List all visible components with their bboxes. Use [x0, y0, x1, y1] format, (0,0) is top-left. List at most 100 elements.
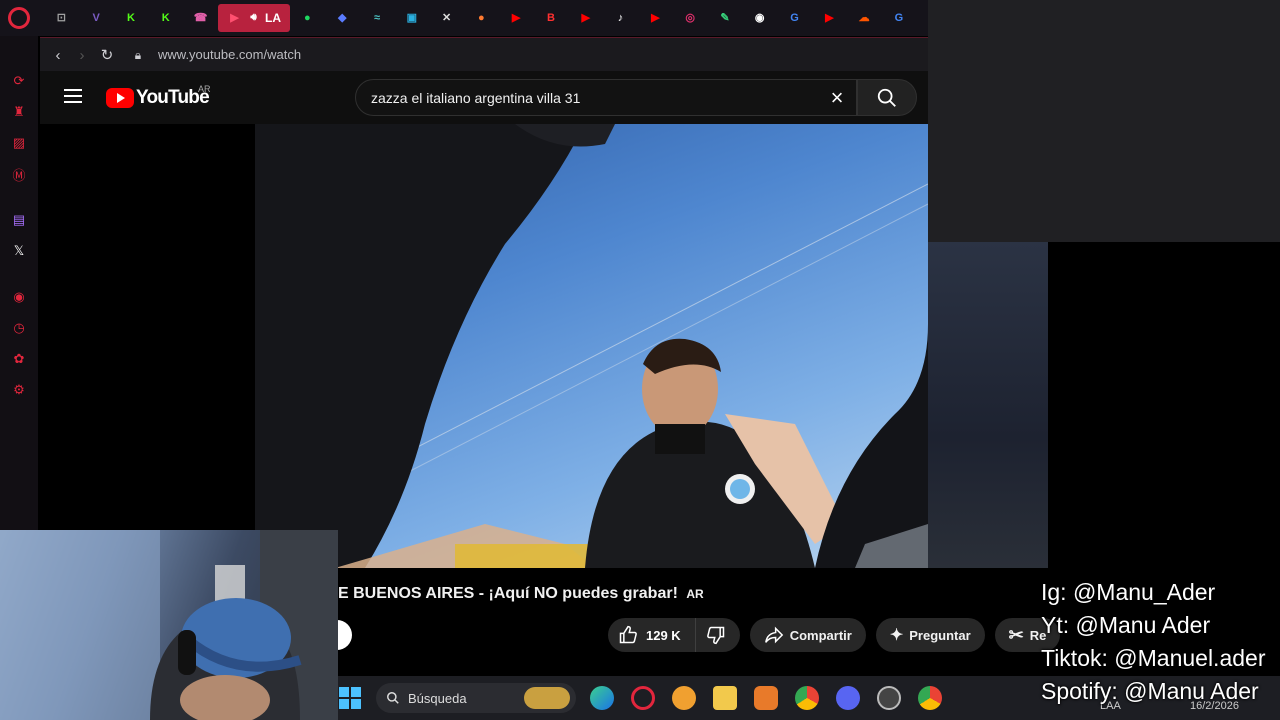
url-field[interactable]: www.youtube.com/watch — [158, 47, 301, 62]
subscribe-button[interactable] — [336, 620, 352, 650]
gamepad-icon: ⊡ — [56, 11, 66, 24]
twitch-icon[interactable]: ▤ — [11, 212, 27, 228]
tab-map-icon[interactable]: ▣ — [394, 4, 429, 32]
lock-icon: 🔒︎ — [134, 47, 142, 62]
reload-icon[interactable]: ↻ — [97, 45, 117, 65]
youtube-icon: ▶ — [825, 11, 834, 24]
tab-youtube-icon[interactable]: ▶ — [638, 4, 673, 32]
sparkle-icon: ✦ — [889, 627, 904, 644]
tiktok-icon: ♪ — [617, 11, 624, 24]
google-icon: G — [894, 11, 904, 24]
tab-gamepad-icon[interactable]: ⊡ — [44, 4, 79, 32]
tab-v-icon[interactable]: V — [79, 4, 114, 32]
tab-tiktok-icon[interactable]: ♪ — [603, 4, 638, 32]
instagram-icon: ◎ — [685, 11, 695, 24]
file-explorer-icon[interactable] — [713, 686, 737, 710]
youtube-icon: ▶ — [651, 11, 660, 24]
share-icon — [764, 626, 783, 644]
tab-phone-icon[interactable]: ☎ — [183, 4, 218, 32]
video-frame — [255, 124, 928, 568]
video-actions: 129 K Compartir ✦ Preguntar ✂ Re — [608, 618, 1061, 652]
like-dislike-group: 129 K — [608, 618, 740, 652]
active-tab-label: LA — [264, 11, 281, 25]
hamburger-menu-icon[interactable] — [64, 89, 82, 103]
b-icon: B — [546, 11, 555, 24]
tab-x-icon[interactable]: ✕ — [429, 4, 464, 32]
tab-circle-icon[interactable]: ◉ — [742, 4, 777, 32]
video-player[interactable] — [255, 124, 928, 568]
share-button[interactable]: Compartir — [749, 618, 866, 652]
tab-kick-icon[interactable]: K — [114, 4, 149, 32]
brave-icon[interactable] — [672, 686, 696, 710]
tab-instagram-icon[interactable]: ◎ — [673, 4, 708, 32]
tab-kick-icon[interactable]: K — [148, 4, 183, 32]
forward-icon[interactable]: › — [72, 45, 92, 65]
robot-icon[interactable]: ♜ — [11, 104, 27, 120]
tab-youtube-icon[interactable]: ▶ — [568, 4, 603, 32]
soundcloud-icon: ☁ — [858, 11, 870, 24]
spotify-icon: ● — [304, 11, 311, 24]
puzzle-icon[interactable]: ✿ — [11, 351, 27, 367]
opera-sidebar: ⟳ ♜ ▨ Ⓜ ▤ 𝕏 ◉ ◷ ✿ ⚙ — [0, 36, 38, 530]
fl-studio-icon[interactable] — [754, 686, 778, 710]
scissors-icon: ✂ — [1008, 624, 1024, 645]
phone-icon: ☎ — [193, 11, 208, 24]
search-input[interactable]: zazza el italiano argentina villa 31 × — [355, 79, 857, 116]
chrome-icon[interactable] — [795, 686, 819, 710]
clear-search-icon[interactable]: × — [826, 87, 848, 109]
tab-orange-icon[interactable]: ● — [464, 4, 499, 32]
chrome-profile-icon[interactable] — [918, 686, 942, 710]
tab-b-icon[interactable]: B — [534, 4, 569, 32]
thumbs-up-icon — [619, 625, 637, 644]
tab-spotify-icon[interactable]: ● — [290, 4, 325, 32]
windows-start-icon[interactable] — [338, 686, 362, 710]
tab-drop-icon[interactable]: ◆ — [325, 4, 360, 32]
stripes-icon[interactable]: ▨ — [11, 135, 27, 151]
clock-icon[interactable]: ◷ — [11, 320, 27, 336]
spotify-handle: Spotify: @Manu Ader — [1041, 678, 1259, 704]
x-logo-icon[interactable]: 𝕏 — [11, 243, 27, 259]
youtube-icon: ▶ — [581, 11, 590, 24]
orange-icon: ● — [478, 11, 485, 24]
region-code: AR — [198, 84, 211, 94]
taskbar-search[interactable]: Búsqueda — [376, 683, 576, 713]
tab-chat-icon[interactable]: ✎ — [708, 4, 743, 32]
blank-panel — [928, 0, 1280, 242]
dislike-button[interactable] — [696, 618, 740, 652]
video-title: E BUENOS AIRES - ¡Aquí NO puedes grabar!… — [338, 585, 704, 603]
opera-taskbar-icon[interactable] — [631, 686, 655, 710]
settings-icon[interactable]: ⚙ — [11, 382, 27, 398]
youtube-header: YouTube AR zazza el italiano argentina v… — [40, 71, 928, 124]
tab-google-icon[interactable]: G — [777, 4, 812, 32]
like-button[interactable]: 129 K — [608, 618, 696, 652]
chat-icon: ✎ — [720, 11, 730, 24]
opera-logo-icon[interactable] — [8, 7, 30, 29]
v-icon: V — [92, 11, 100, 24]
tab-google-icon[interactable]: G — [882, 4, 917, 32]
tab-soundcloud-icon[interactable]: ☁ — [847, 4, 882, 32]
thumbs-down-icon — [706, 626, 724, 645]
edge-icon[interactable] — [590, 686, 614, 710]
speaker-icon[interactable]: 🔊︎ — [246, 11, 261, 26]
tab-wave-icon[interactable]: ≈ — [360, 4, 395, 32]
back-icon[interactable]: ‹ — [48, 45, 68, 65]
obs-icon[interactable] — [877, 686, 901, 710]
search-query: zazza el italiano argentina villa 31 — [371, 90, 581, 106]
tab-youtube-icon[interactable]: ▶ — [812, 4, 847, 32]
refresh-icon[interactable]: ⟳ — [11, 73, 27, 89]
tab-strip: ⊡ V K K ☎ ▶ 🔊︎ LA ● ◆ ≈ ▣ ✕ ● ▶ B ▶ ♪ ▶ ◎ ✎ ◉ G ▶ ☁ G — [44, 4, 916, 32]
ask-button[interactable]: ✦ Preguntar — [875, 618, 985, 652]
address-bar: ‹ › ↻ 🔒︎ www.youtube.com/watch — [40, 37, 928, 71]
youtube-logo[interactable]: YouTube — [106, 87, 210, 109]
kick-icon: K — [161, 11, 170, 24]
youtube-play-icon — [106, 88, 134, 108]
play-circle-icon[interactable]: ◉ — [11, 289, 27, 305]
search-button[interactable] — [857, 79, 917, 116]
youtube-icon: ▶ — [511, 11, 521, 24]
tab-youtube-icon[interactable]: ▶ — [499, 4, 534, 32]
video-title-text: E BUENOS AIRES - ¡Aquí NO puedes grabar! — [338, 585, 678, 602]
m-icon[interactable]: Ⓜ — [11, 166, 27, 183]
discord-icon[interactable] — [836, 686, 860, 710]
ask-label: Preguntar — [909, 627, 971, 643]
tab-active-live[interactable]: ▶ 🔊︎ LA — [217, 4, 290, 32]
